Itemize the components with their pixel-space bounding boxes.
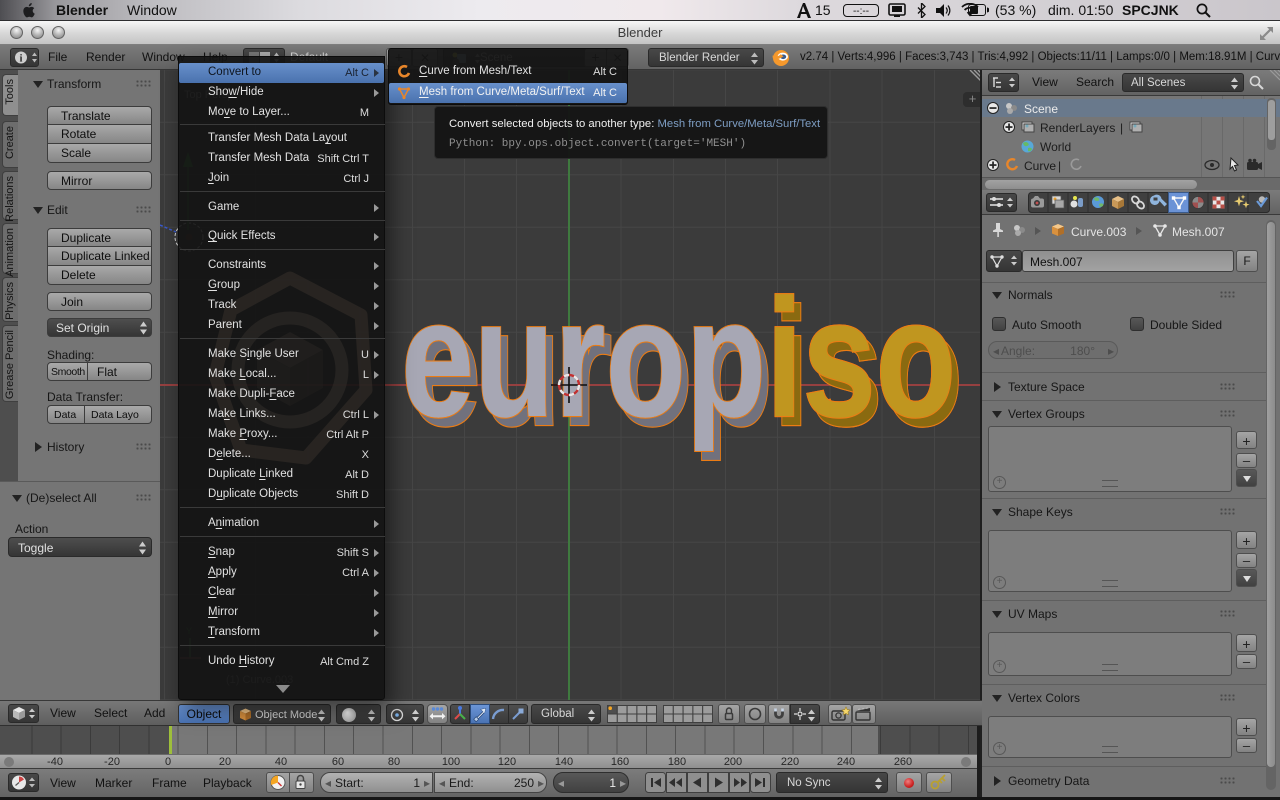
svg-text:i: i: [20, 54, 23, 65]
svg-text:--:--: --:--: [853, 6, 869, 17]
